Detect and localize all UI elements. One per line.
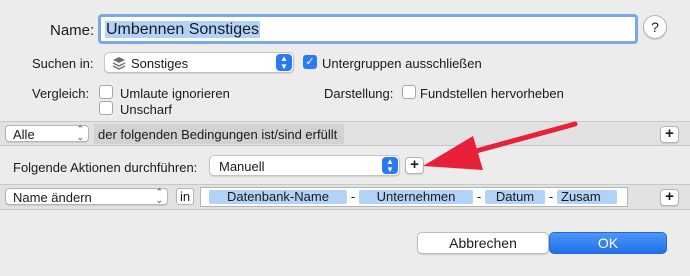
search-location-popup[interactable]: Sonstiges ▲ ▼ bbox=[104, 52, 294, 73]
ok-button[interactable]: OK bbox=[549, 232, 667, 254]
actions-mode-popup[interactable]: Manuell ▲ ▼ bbox=[209, 155, 400, 176]
search-location-value: Sonstiges bbox=[131, 56, 189, 71]
match-all-value: Alle bbox=[13, 127, 35, 142]
highlight-label: Fundstellen hervorheben bbox=[420, 86, 564, 101]
ignore-umlauts-checkbox[interactable] bbox=[99, 85, 113, 99]
name-field[interactable]: Umbennen Sonstiges bbox=[98, 14, 638, 44]
ignore-umlauts-label: Umlaute ignorieren bbox=[120, 86, 230, 101]
name-label: Name: bbox=[50, 22, 95, 39]
actions-mode-value: Manuell bbox=[219, 159, 265, 174]
token-separator: - bbox=[350, 189, 356, 204]
chevron-updown-icon: ⌃ ⌄ bbox=[155, 187, 163, 205]
chevron-updown-icon: ▲ ▼ bbox=[276, 54, 292, 71]
red-arrow-annotation bbox=[423, 121, 578, 170]
conditions-text: der folgenden Bedingungen ist/sind erfül… bbox=[98, 127, 338, 142]
divider bbox=[0, 209, 690, 210]
name-value: Umbennen Sonstiges bbox=[105, 21, 260, 38]
token[interactable]: Zusam bbox=[557, 190, 617, 204]
in-label: in bbox=[176, 188, 194, 205]
token[interactable]: Unternehmen bbox=[359, 190, 473, 204]
help-button[interactable]: ? bbox=[643, 15, 667, 39]
action-type-value: Name ändern bbox=[13, 190, 92, 205]
actions-label: Folgende Aktionen durchführen: bbox=[13, 160, 198, 175]
stack-icon bbox=[112, 57, 126, 70]
add-action-row-button[interactable]: + bbox=[660, 189, 679, 206]
token[interactable]: Datenbank-Name bbox=[209, 190, 347, 204]
chevron-updown-icon: ▲ ▼ bbox=[382, 157, 398, 174]
name-token-field[interactable]: Datenbank-Name - Unternehmen - Datum - Zusam bbox=[200, 187, 628, 207]
compare-label: Vergleich: bbox=[32, 86, 90, 101]
display-label: Darstellung: bbox=[324, 86, 394, 101]
cancel-button[interactable]: Abbrechen bbox=[417, 232, 549, 254]
fuzzy-checkbox[interactable] bbox=[99, 101, 113, 115]
chevron-updown-icon: ⌃ ⌄ bbox=[76, 124, 84, 142]
match-all-popup[interactable]: Alle ⌃ ⌄ bbox=[5, 125, 89, 142]
search-in-label: Suchen in: bbox=[32, 56, 94, 71]
token-separator: - bbox=[548, 189, 554, 204]
add-condition-button[interactable]: + bbox=[660, 126, 679, 143]
exclude-subgroups-label: Untergruppen ausschließen bbox=[322, 56, 482, 71]
token-separator: - bbox=[476, 189, 482, 204]
action-type-popup[interactable]: Name ändern ⌃ ⌄ bbox=[5, 188, 168, 205]
token[interactable]: Datum bbox=[485, 190, 545, 204]
exclude-subgroups-checkbox[interactable]: ✓ bbox=[303, 55, 317, 69]
fuzzy-label: Unscharf bbox=[120, 102, 173, 117]
divider bbox=[0, 145, 690, 146]
highlight-checkbox[interactable] bbox=[402, 85, 416, 99]
